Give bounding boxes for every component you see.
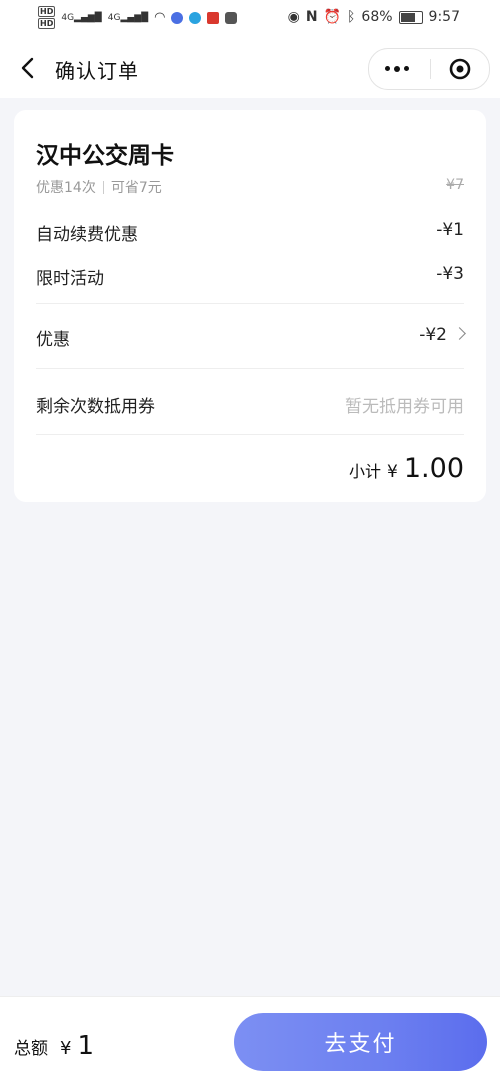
row-label: 优惠	[36, 330, 70, 350]
app-notification-icon	[225, 11, 238, 24]
separator	[102, 180, 104, 194]
app-notification-icon	[189, 11, 202, 24]
row-label: 自动续费优惠	[36, 225, 138, 245]
discount-count: 优惠14次	[36, 180, 96, 196]
order-card: 汉中公交周卡 优惠14次 可省7元 ¥7 自动续费优惠 -¥1 限时活动 -¥3…	[14, 110, 486, 502]
subtotal: 小计 ¥ 1.00	[349, 453, 464, 484]
close-mini-program-icon[interactable]	[448, 57, 472, 81]
row-value: -¥3	[436, 264, 464, 284]
capsule-divider	[430, 59, 431, 79]
checkout-bar: 总额 ¥ 1 去支付	[0, 996, 500, 1084]
wifi-icon: ◠	[154, 10, 166, 25]
mini-program-capsule	[368, 48, 490, 90]
nfc-icon: N	[305, 9, 318, 25]
row-value: -¥2	[419, 325, 466, 345]
status-bar-right: ◉ N ⏰ ᛒ 68% 9:57	[288, 9, 460, 25]
page-title: 确认订单	[55, 59, 139, 83]
divider	[36, 303, 464, 304]
signal-icon: 4G▂▄▆█	[107, 12, 149, 23]
battery-icon	[398, 10, 423, 24]
divider	[36, 368, 464, 369]
row-label: 剩余次数抵用券	[36, 397, 155, 417]
chevron-right-icon	[453, 327, 466, 340]
alarm-icon: ⏰	[323, 9, 342, 25]
status-bar: HD HD 4G▂▄▆█ 4G▂▄▆█ ◠ ◉ N ⏰ ᛒ 68% 9:57	[0, 0, 500, 38]
coupon-row[interactable]: 优惠 -¥2	[36, 325, 466, 350]
nav-bar: 确认订单	[0, 38, 500, 98]
auto-renew-discount-row: 自动续费优惠 -¥1	[36, 220, 464, 245]
battery-percent: 68%	[361, 9, 393, 25]
subtotal-currency: ¥	[387, 462, 398, 482]
row-value: -¥1	[436, 220, 464, 240]
total: 总额 ¥ 1	[14, 1031, 94, 1061]
divider	[36, 434, 464, 435]
original-price: ¥7	[446, 177, 464, 193]
more-options-icon[interactable]	[385, 65, 409, 72]
limited-activity-row: 限时活动 -¥3	[36, 264, 464, 289]
total-currency: ¥	[60, 1038, 72, 1059]
eye-icon: ◉	[287, 9, 300, 25]
total-amount: 1	[77, 1031, 94, 1061]
row-label: 限时活动	[36, 269, 104, 289]
back-arrow-icon[interactable]	[18, 55, 40, 81]
hd-indicator: HD	[38, 6, 56, 17]
hd-indicator: HD	[38, 18, 56, 29]
status-bar-left: HD HD 4G▂▄▆█ 4G▂▄▆█ ◠	[38, 6, 238, 29]
pay-button[interactable]: 去支付	[234, 1013, 487, 1071]
row-value: 暂无抵用券可用	[345, 397, 464, 417]
product-title: 汉中公交周卡	[36, 143, 174, 169]
total-label: 总额	[14, 1039, 48, 1059]
app-notification-icon	[207, 11, 220, 24]
savings-text: 可省7元	[110, 180, 162, 196]
voucher-row: 剩余次数抵用券 暂无抵用券可用	[36, 392, 464, 417]
app-notification-icon	[171, 11, 184, 24]
signal-icon: 4G▂▄▆█	[61, 12, 102, 23]
product-subtitle: 优惠14次 可省7元	[36, 177, 162, 197]
bluetooth-icon: ᛒ	[347, 9, 356, 25]
subtotal-amount: 1.00	[403, 453, 464, 484]
subtotal-label: 小计	[349, 462, 382, 481]
clock: 9:57	[428, 9, 460, 25]
